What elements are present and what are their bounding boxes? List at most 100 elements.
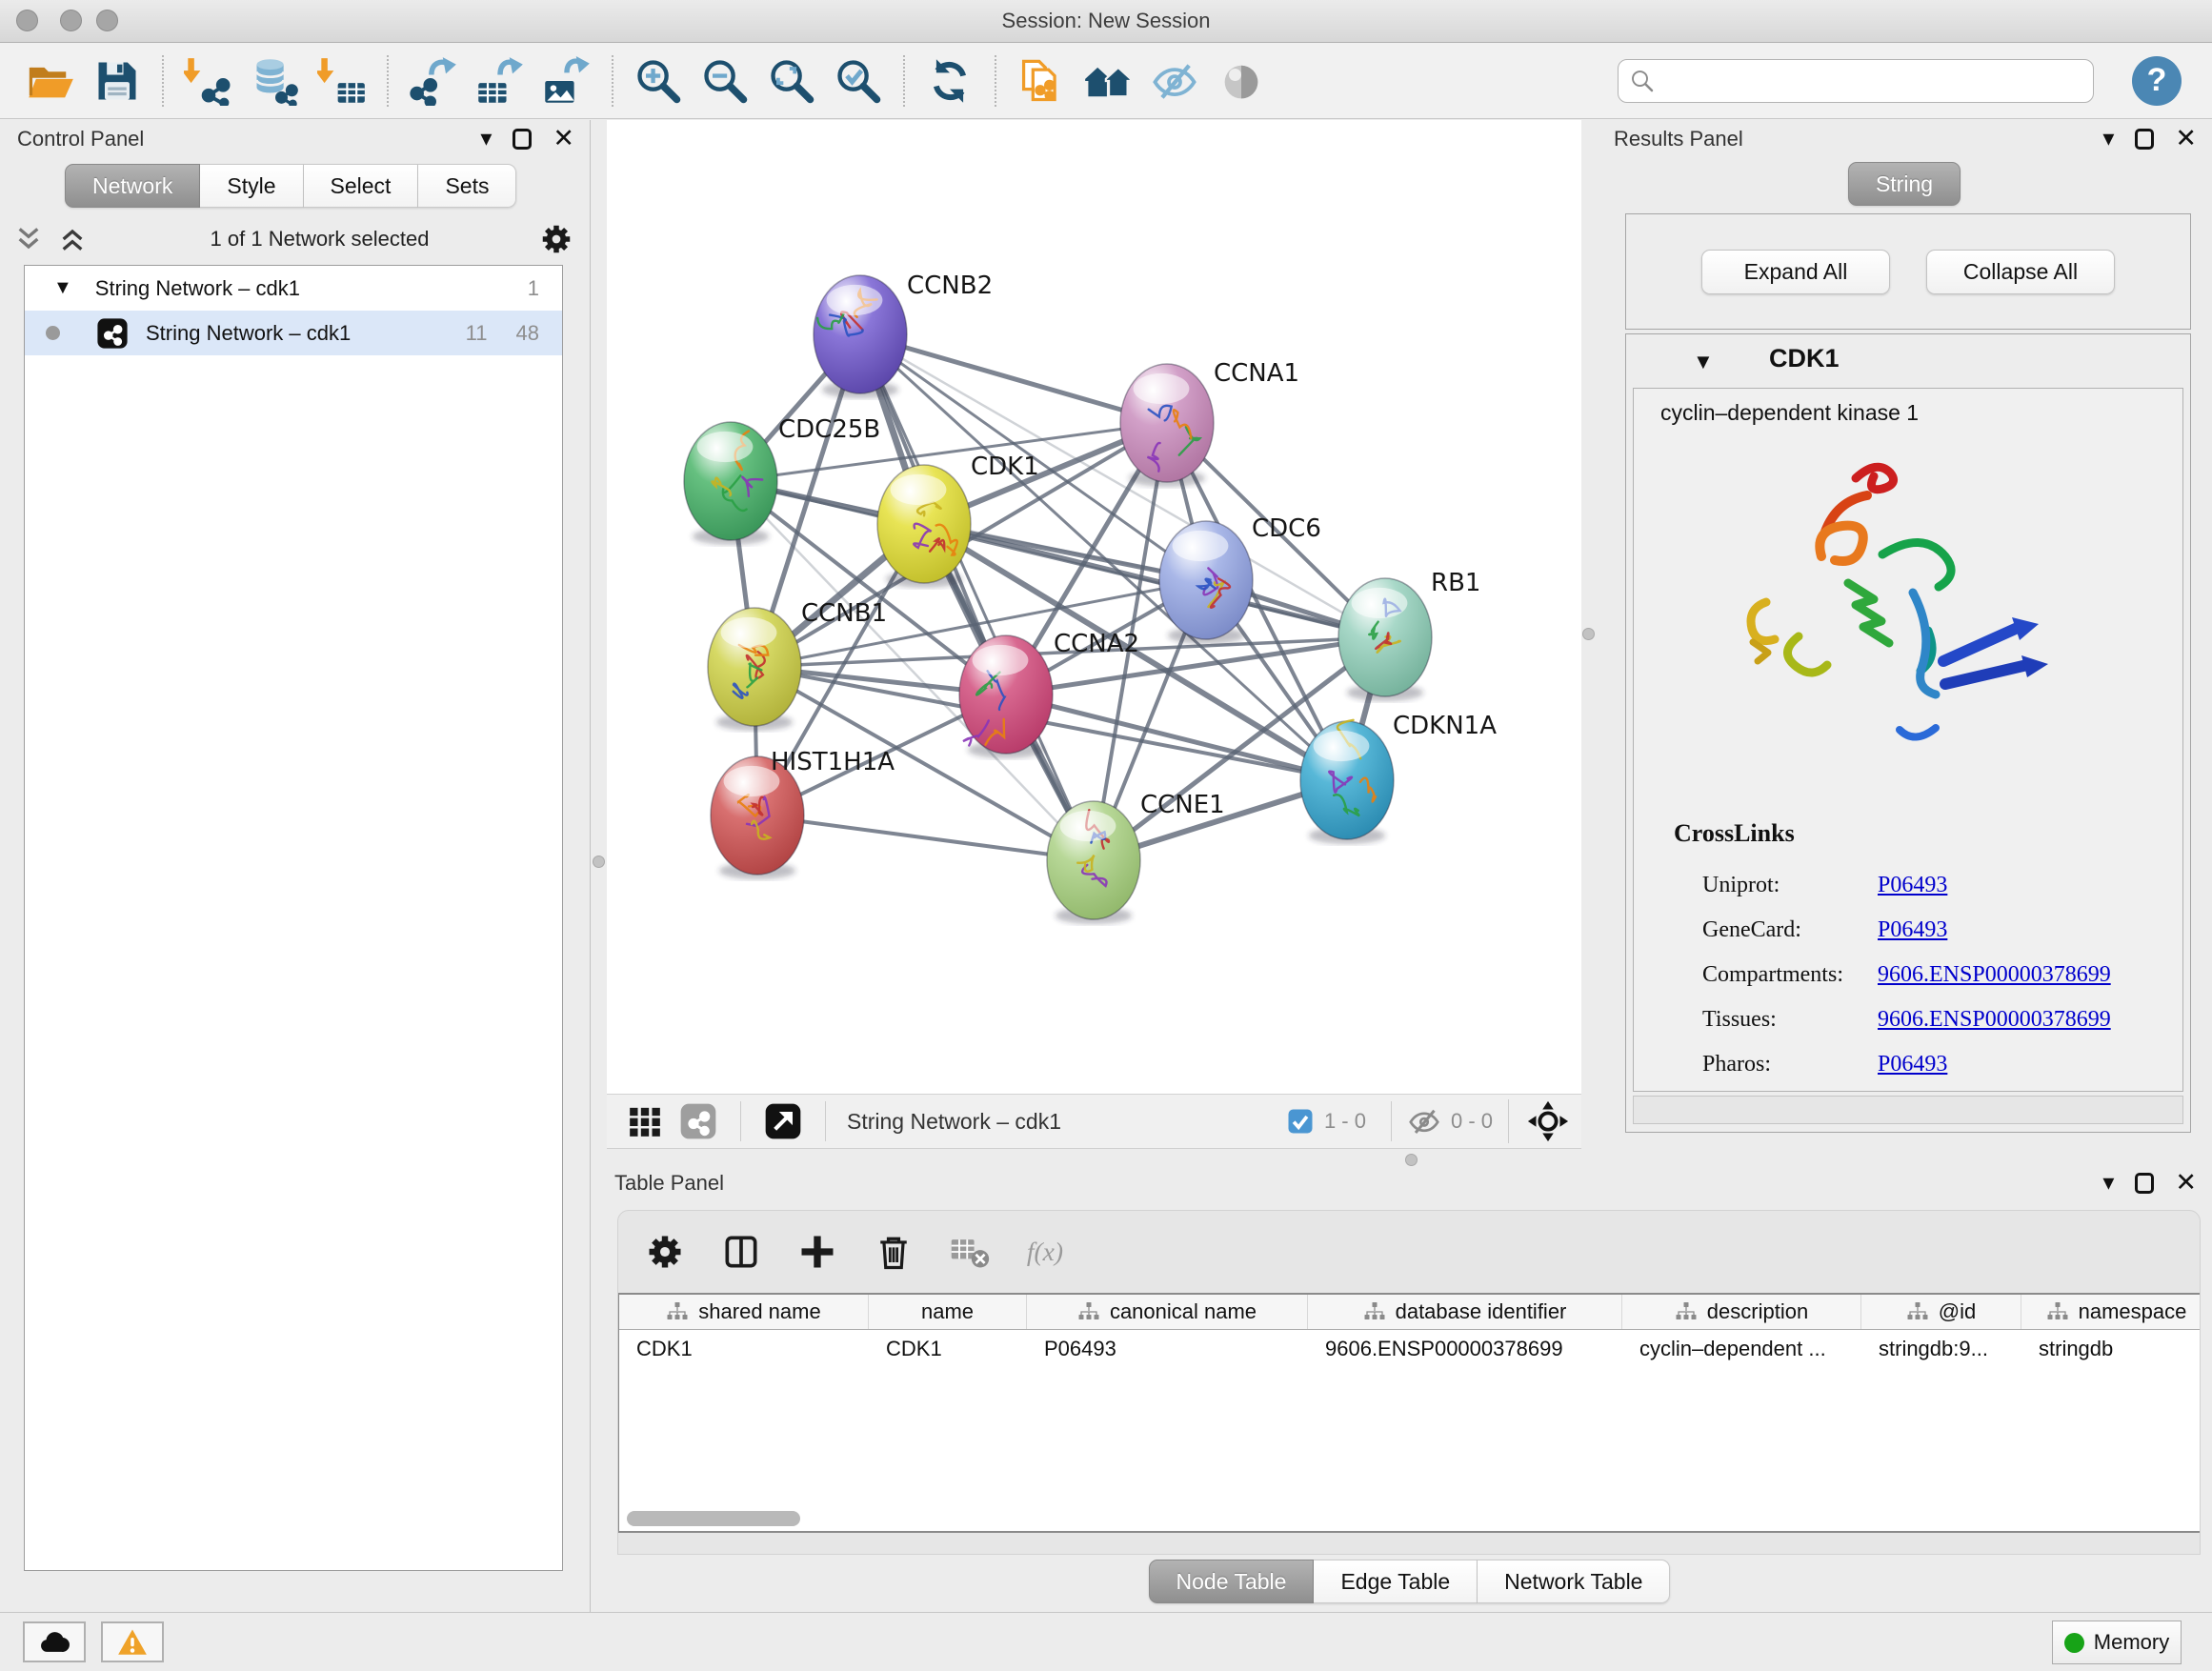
detach-view-button[interactable] xyxy=(760,1098,806,1144)
results-panel-header: Results Panel ▾ ✕ xyxy=(1597,120,2212,160)
panel-menu-icon[interactable]: ▾ xyxy=(2102,128,2114,151)
column-header-@id[interactable]: @id xyxy=(1861,1295,2021,1329)
network-canvas[interactable]: CCNB2CCNA1CDC25BCDK1CDC6RB1CCNB1CCNA2CDK… xyxy=(607,120,1581,1094)
table-cell[interactable]: CDK1 xyxy=(619,1337,869,1361)
table-gear-button[interactable] xyxy=(641,1228,689,1276)
crosslink-link[interactable]: P06493 xyxy=(1878,1052,1947,1077)
splitter-handle[interactable] xyxy=(593,856,605,868)
collapse-all-icon[interactable] xyxy=(13,224,44,254)
open-session-button[interactable] xyxy=(22,51,79,111)
toolbar-separator xyxy=(1391,1101,1392,1141)
edge-count: 48 xyxy=(516,321,539,346)
crosslink-link[interactable]: 9606.ENSP00000378699 xyxy=(1878,1007,2111,1033)
table-row[interactable]: CDK1CDK1P064939606.ENSP00000378699cyclin… xyxy=(619,1330,2200,1368)
network-selected-status: 1 of 1 Network selected xyxy=(101,227,538,252)
add-column-button[interactable] xyxy=(794,1228,841,1276)
network-edge-CCNB2-CCNE1[interactable] xyxy=(860,334,1094,860)
table-cell[interactable]: cyclin–dependent ... xyxy=(1622,1337,1861,1361)
table-panel-splitter[interactable] xyxy=(607,1156,2212,1164)
birds-eye-view-button[interactable] xyxy=(622,1098,668,1144)
column-header-database-identifier[interactable]: database identifier xyxy=(1308,1295,1622,1329)
crosslink-row: Pharos:P06493 xyxy=(1702,1042,2163,1087)
control-panel-tabs: NetworkStyleSelectSets xyxy=(65,164,516,208)
results-scrollbar[interactable] xyxy=(1633,1096,2183,1124)
documents-share-button[interactable] xyxy=(1013,51,1070,111)
export-table-button[interactable] xyxy=(472,51,529,111)
selected-nodes-checkbox[interactable] xyxy=(1286,1107,1315,1136)
import-network-file-button[interactable] xyxy=(180,51,237,111)
close-panel-icon[interactable]: ✕ xyxy=(2175,126,2197,151)
splitter-handle[interactable] xyxy=(1582,628,1595,640)
gear-icon[interactable] xyxy=(538,221,574,257)
float-panel-icon[interactable] xyxy=(513,129,532,150)
table-cell[interactable]: stringdb:9... xyxy=(1861,1337,2021,1361)
export-image-button[interactable] xyxy=(538,51,595,111)
warnings-button[interactable] xyxy=(101,1621,164,1662)
tab-network-table[interactable]: Network Table xyxy=(1478,1560,1670,1603)
function-builder-button[interactable]: f(x) xyxy=(1022,1228,1070,1276)
collapse-all-button[interactable]: Collapse All xyxy=(1926,250,2115,294)
network-status-dot xyxy=(46,326,60,340)
collection-caret-icon[interactable]: ▼ xyxy=(53,277,72,299)
tab-select[interactable]: Select xyxy=(304,164,419,208)
table-cell[interactable]: stringdb xyxy=(2021,1337,2200,1361)
float-panel-icon[interactable] xyxy=(2135,1173,2154,1194)
save-session-button[interactable] xyxy=(89,51,146,111)
crosslink-row: GeneCard:P06493 xyxy=(1702,908,2163,953)
zoom-fit-button[interactable] xyxy=(763,51,820,111)
column-header-namespace[interactable]: namespace xyxy=(2021,1295,2200,1329)
node-gloss xyxy=(1134,373,1190,404)
table-cell[interactable]: CDK1 xyxy=(869,1337,1027,1361)
table-cell[interactable]: 9606.ENSP00000378699 xyxy=(1308,1337,1622,1361)
help-button[interactable]: ? xyxy=(2132,56,2182,106)
column-header-canonical-name[interactable]: canonical name xyxy=(1027,1295,1308,1329)
expand-all-button[interactable]: Expand All xyxy=(1701,250,1890,294)
zoom-selected-button[interactable] xyxy=(830,51,887,111)
table-horizontal-scrollbar[interactable] xyxy=(627,1511,800,1526)
network-collection-row[interactable]: ▼ String Network – cdk1 1 xyxy=(25,266,562,311)
search-input[interactable] xyxy=(1657,61,2083,101)
show-all-button[interactable] xyxy=(1213,51,1270,111)
column-header-description[interactable]: description xyxy=(1622,1295,1861,1329)
network-row[interactable]: String Network – cdk1 11 48 xyxy=(25,311,562,355)
network-overview-button[interactable] xyxy=(675,1098,721,1144)
houses-button[interactable] xyxy=(1079,51,1136,111)
close-panel-icon[interactable]: ✕ xyxy=(2175,1170,2197,1196)
export-network-button[interactable] xyxy=(405,51,462,111)
network-edge-CCNE1-HIST1H1A[interactable] xyxy=(757,815,1094,860)
apply-layout-button[interactable] xyxy=(921,51,978,111)
delete-table-button[interactable] xyxy=(946,1228,994,1276)
section-caret-icon[interactable]: ▼ xyxy=(1693,350,1714,374)
fit-selection-crosshair-icon[interactable] xyxy=(1508,1099,1570,1143)
column-header-name[interactable]: name xyxy=(869,1295,1027,1329)
tab-node-table[interactable]: Node Table xyxy=(1149,1560,1315,1603)
crosslink-link[interactable]: P06493 xyxy=(1878,917,1947,943)
close-panel-icon[interactable]: ✕ xyxy=(553,126,574,151)
panel-menu-icon[interactable]: ▾ xyxy=(2102,1172,2114,1195)
memory-button[interactable]: Memory xyxy=(2052,1621,2182,1664)
split-columns-button[interactable] xyxy=(717,1228,765,1276)
import-network-database-button[interactable] xyxy=(247,51,304,111)
table-cell[interactable]: P06493 xyxy=(1027,1337,1308,1361)
tab-sets[interactable]: Sets xyxy=(418,164,516,208)
hide-selection-button[interactable] xyxy=(1146,51,1203,111)
delete-column-button[interactable] xyxy=(870,1228,917,1276)
tab-edge-table[interactable]: Edge Table xyxy=(1314,1560,1478,1603)
gene-section-header[interactable]: ▼ CDK1 xyxy=(1626,334,2190,386)
tab-style[interactable]: Style xyxy=(200,164,303,208)
column-header-shared-name[interactable]: shared name xyxy=(619,1295,869,1329)
expand-all-icon[interactable] xyxy=(57,224,88,254)
float-panel-icon[interactable] xyxy=(2135,129,2154,150)
hidden-eye-icon[interactable] xyxy=(1407,1104,1441,1138)
tab-network[interactable]: Network xyxy=(65,164,200,208)
left-splitter[interactable] xyxy=(591,120,607,1613)
import-table-button[interactable] xyxy=(313,51,371,111)
crosslink-link[interactable]: 9606.ENSP00000378699 xyxy=(1878,962,2111,988)
network-results-splitter[interactable] xyxy=(1581,120,1597,1156)
crosslink-link[interactable]: P06493 xyxy=(1878,873,1947,898)
tab-string[interactable]: String xyxy=(1848,162,1961,206)
cloud-button[interactable] xyxy=(23,1621,86,1662)
zoom-in-button[interactable] xyxy=(630,51,687,111)
zoom-out-button[interactable] xyxy=(696,51,754,111)
panel-menu-icon[interactable]: ▾ xyxy=(480,128,492,151)
